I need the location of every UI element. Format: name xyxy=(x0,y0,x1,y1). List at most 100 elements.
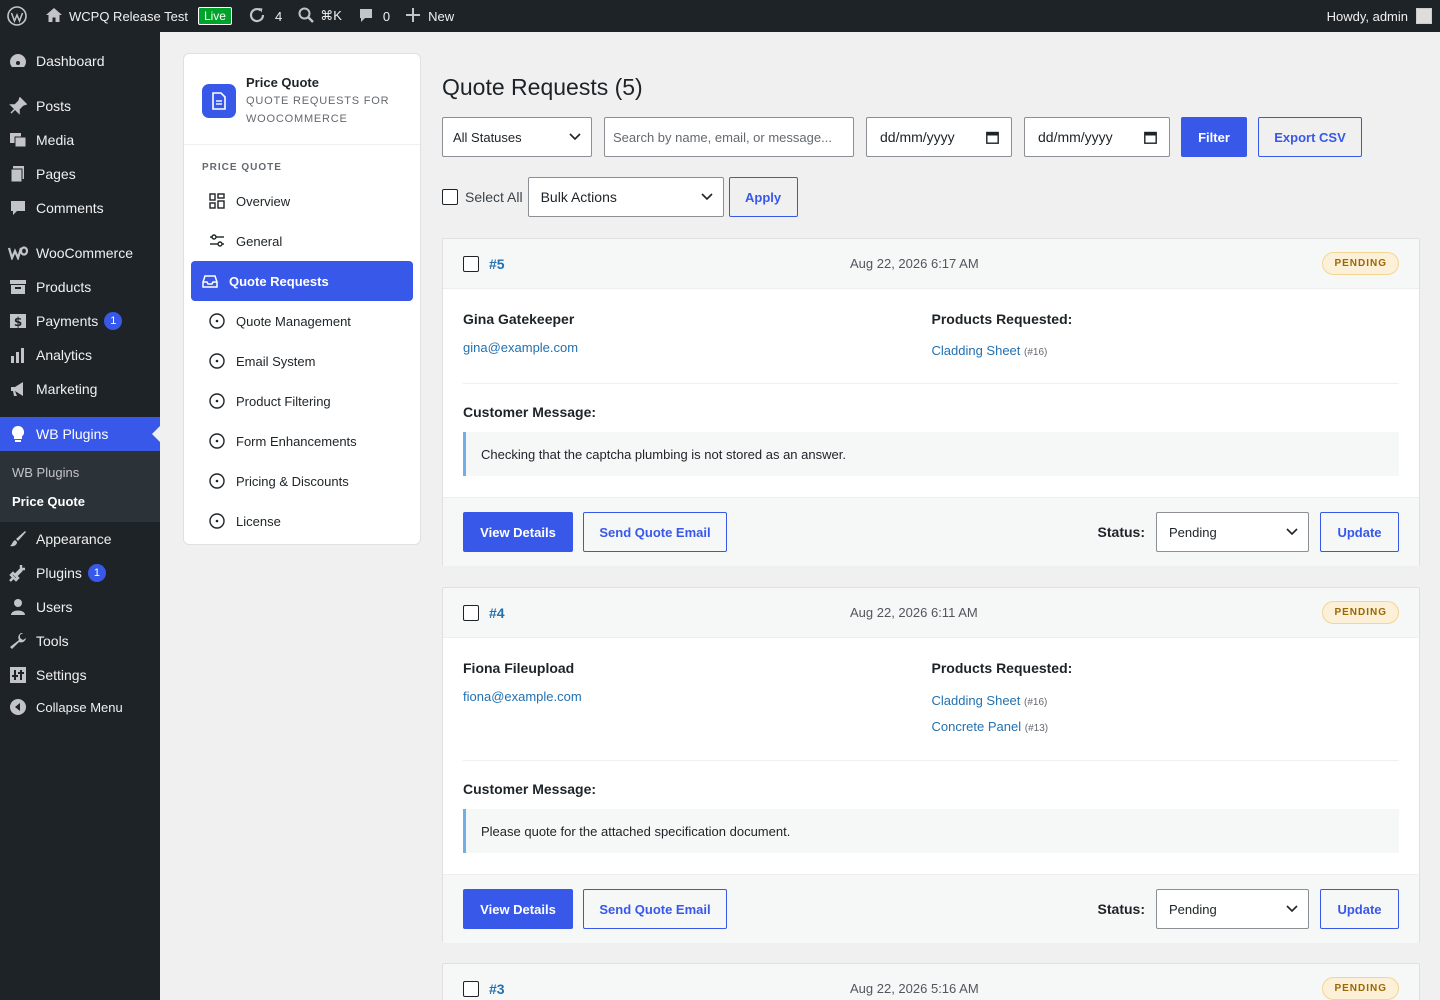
sidebar-item-label: Settings xyxy=(36,667,87,683)
sidebar-item-wb-plugins[interactable]: WB Plugins xyxy=(0,417,160,451)
plugin-nav-pricing-discounts[interactable]: Pricing & Discounts xyxy=(191,461,413,501)
sidebar-item-media[interactable]: Media xyxy=(0,123,160,157)
site-name-link[interactable]: WCPQ Release Test Live xyxy=(37,0,240,32)
submenu-item-wb-plugins[interactable]: WB Plugins xyxy=(0,458,160,487)
circle-dot-icon xyxy=(209,513,225,529)
plugin-nav-label: Form Enhancements xyxy=(236,433,357,449)
send-quote-email-button[interactable]: Send Quote Email xyxy=(583,889,727,929)
filter-button[interactable]: Filter xyxy=(1181,117,1247,157)
quote-checkbox[interactable] xyxy=(463,604,479,621)
plugin-nav-email-system[interactable]: Email System xyxy=(191,341,413,381)
circle-dot-icon xyxy=(209,473,225,489)
quote-checkbox[interactable] xyxy=(463,980,479,997)
customer-email-link[interactable]: gina@example.com xyxy=(463,340,931,355)
user-icon xyxy=(8,597,28,617)
new-content-link[interactable]: New xyxy=(398,0,462,32)
product-link[interactable]: Cladding Sheet xyxy=(932,693,1021,708)
sidebar-item-products[interactable]: Products xyxy=(0,270,160,304)
wordpress-logo-icon[interactable] xyxy=(0,0,37,32)
select-all-checkbox[interactable] xyxy=(442,189,458,205)
shortcut-label: ⌘K xyxy=(320,8,342,23)
archive-icon xyxy=(8,277,28,297)
product-link[interactable]: Concrete Panel xyxy=(932,719,1022,734)
quote-card-header: #3 Aug 22, 2026 5:16 AM PENDING xyxy=(443,964,1419,1000)
date-from-input[interactable]: dd/mm/yyyy xyxy=(866,117,1012,157)
update-button[interactable]: Update xyxy=(1320,512,1399,552)
sidebar-item-marketing[interactable]: Marketing xyxy=(0,372,160,406)
plugin-nav-label: Email System xyxy=(236,353,316,369)
view-details-button[interactable]: View Details xyxy=(463,512,573,552)
plugin-nav-quote-requests[interactable]: Quote Requests xyxy=(191,261,413,301)
status-select[interactable]: Pending xyxy=(1156,889,1309,929)
sidebar-item-appearance[interactable]: Appearance xyxy=(0,522,160,556)
live-badge: Live xyxy=(197,7,232,25)
pin-icon xyxy=(8,96,28,116)
plugin-nav-product-filtering[interactable]: Product Filtering xyxy=(191,381,413,421)
date-to-input[interactable]: dd/mm/yyyy xyxy=(1024,117,1170,157)
message-heading: Customer Message: xyxy=(463,781,597,797)
search-input[interactable]: Search by name, email, or message... xyxy=(604,117,854,157)
sidebar-item-pages[interactable]: Pages xyxy=(0,157,160,191)
plugin-nav-form-enhancements[interactable]: Form Enhancements xyxy=(191,421,413,461)
media-icon xyxy=(8,130,28,150)
calendar-icon[interactable] xyxy=(1144,131,1157,144)
wrench-icon xyxy=(8,631,28,651)
chevron-down-icon xyxy=(701,193,713,201)
status-label: Status: xyxy=(1097,524,1145,540)
sidebar-item-analytics[interactable]: Analytics xyxy=(0,338,160,372)
sidebar-item-label: Comments xyxy=(36,200,104,216)
bulk-actions-select[interactable]: Bulk Actions xyxy=(527,177,724,217)
sidebar-item-payments[interactable]: $ Payments 1 xyxy=(0,304,160,338)
product-link[interactable]: Cladding Sheet xyxy=(932,343,1021,358)
send-quote-email-button[interactable]: Send Quote Email xyxy=(583,512,727,552)
submenu-item-price-quote[interactable]: Price Quote xyxy=(0,487,160,516)
quote-id-link[interactable]: #4 xyxy=(489,605,505,621)
updates-link[interactable]: 4 xyxy=(240,0,290,32)
circle-dot-icon xyxy=(209,313,225,329)
collapse-menu-button[interactable]: Collapse Menu xyxy=(0,692,160,722)
status-label: Status: xyxy=(1097,901,1145,917)
sidebar-item-plugins[interactable]: Plugins 1 xyxy=(0,556,160,590)
sidebar-item-posts[interactable]: Posts xyxy=(0,89,160,123)
plugin-nav-overview[interactable]: Overview xyxy=(191,181,413,221)
sidebar-item-dashboard[interactable]: Dashboard xyxy=(0,44,160,78)
sidebar-item-woocommerce[interactable]: WooCommerce xyxy=(0,236,160,270)
status-filter-select[interactable]: All Statuses xyxy=(442,117,592,157)
select-all-label[interactable]: Select All xyxy=(465,189,523,205)
comments-link[interactable]: 0 xyxy=(350,0,398,32)
update-button[interactable]: Update xyxy=(1320,889,1399,929)
plugin-title: Price Quote xyxy=(246,75,319,90)
dashboard-icon xyxy=(8,51,28,71)
sidebar-item-label: Products xyxy=(36,279,92,295)
quote-id-link[interactable]: #5 xyxy=(489,256,505,272)
quote-checkbox[interactable] xyxy=(463,255,479,272)
quote-card: #4 Aug 22, 2026 6:11 AM PENDING Fiona Fi… xyxy=(442,587,1420,943)
sidebar-item-users[interactable]: Users xyxy=(0,590,160,624)
account-link[interactable]: Howdy, admin xyxy=(1319,0,1440,32)
view-details-button[interactable]: View Details xyxy=(463,889,573,929)
plugin-nav-label: Overview xyxy=(236,193,291,209)
home-icon xyxy=(45,7,63,26)
quote-date: Aug 22, 2026 5:16 AM xyxy=(850,981,979,996)
sliders-icon xyxy=(209,233,225,249)
command-palette-link[interactable]: ⌘K xyxy=(290,0,350,32)
export-csv-button[interactable]: Export CSV xyxy=(1258,117,1362,157)
search-icon xyxy=(298,7,315,26)
admin-sidebar: Dashboard Posts Media Pages Comments Woo… xyxy=(0,32,160,1000)
chevron-down-icon xyxy=(569,133,581,141)
admin-bar: WCPQ Release Test Live 4 ⌘K 0 New Howdy,… xyxy=(0,0,1440,32)
chart-icon xyxy=(8,345,28,365)
plugin-nav-quote-management[interactable]: Quote Management xyxy=(191,301,413,341)
plugin-nav-license[interactable]: License xyxy=(191,501,413,541)
calendar-icon[interactable] xyxy=(986,131,999,144)
sidebar-item-settings[interactable]: Settings xyxy=(0,658,160,692)
apply-button[interactable]: Apply xyxy=(728,177,798,217)
plugin-nav-general[interactable]: General xyxy=(191,221,413,261)
status-select[interactable]: Pending xyxy=(1156,512,1309,552)
quote-id-link[interactable]: #3 xyxy=(489,981,505,997)
customer-email-link[interactable]: fiona@example.com xyxy=(463,689,931,704)
sidebar-item-comments[interactable]: Comments xyxy=(0,191,160,225)
refresh-icon xyxy=(248,6,266,27)
sidebar-item-tools[interactable]: Tools xyxy=(0,624,160,658)
document-icon xyxy=(202,84,236,118)
